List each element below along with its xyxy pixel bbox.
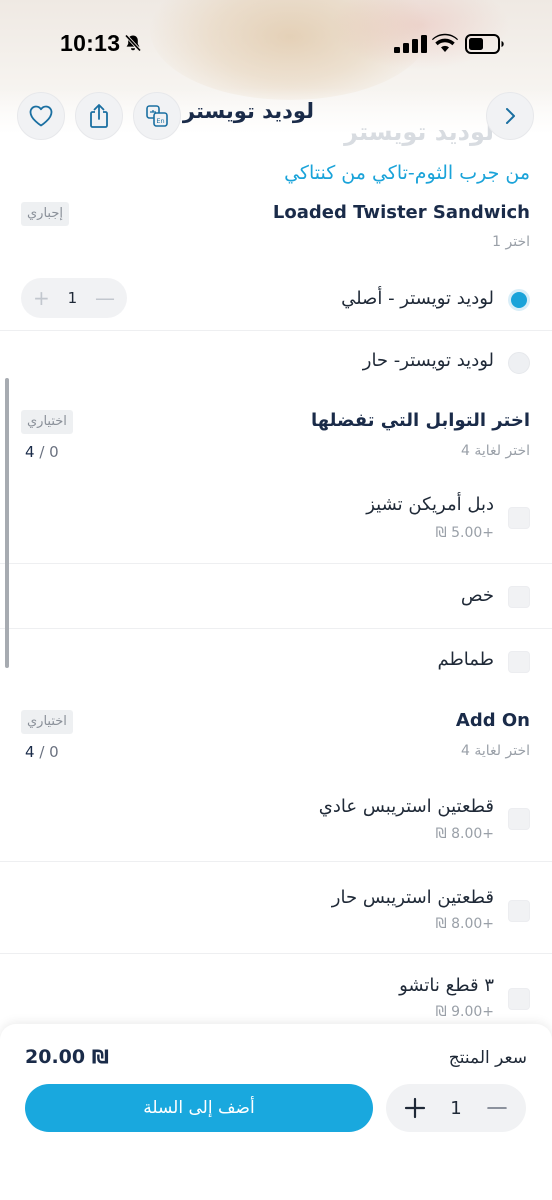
plus-icon[interactable]: + [33, 286, 50, 310]
divider [0, 563, 552, 564]
option-label: قطعتين استريبس عادي [318, 796, 494, 817]
bell-off-icon [124, 34, 142, 52]
plus-icon[interactable] [404, 1097, 426, 1119]
chevron-right-icon [506, 108, 515, 124]
favorite-button[interactable] [17, 92, 65, 140]
optional-badge: اختياري [21, 410, 73, 434]
divider [0, 861, 552, 862]
language-button[interactable]: En [133, 92, 181, 140]
option-row[interactable]: طماطم [0, 646, 552, 686]
section-title-add-on: Add On [455, 710, 530, 731]
required-badge: إجباري [21, 202, 69, 226]
status-time: 10:13 [60, 30, 121, 56]
section-title-spices: اختر التوابل التي تفضلها [311, 410, 530, 431]
checkbox[interactable] [508, 507, 530, 529]
product-price-label: سعر المنتج [448, 1048, 527, 1068]
option-label: لوديد تويستر- حار [362, 350, 494, 371]
option-row[interactable]: ٣ قطع ناتشو +9.00 ₪ [0, 972, 552, 1032]
heart-icon [29, 105, 53, 127]
option-row[interactable]: خص [0, 582, 552, 622]
option-price: +8.00 ₪ [435, 826, 494, 842]
checkbox[interactable] [508, 808, 530, 830]
option-label: طماطم [437, 649, 494, 670]
option-row[interactable]: لوديد تويستر- حار [0, 346, 552, 386]
product-subtitle: من جرب الثوم-تاكي من كنتاكي [284, 162, 530, 184]
option-row[interactable]: دبل أمريكن تشيز +5.00 ₪ [0, 492, 552, 552]
checkbox[interactable] [508, 586, 530, 608]
checkbox[interactable] [508, 900, 530, 922]
section-hint: اختر لغاية 4 [460, 743, 530, 759]
option-row[interactable]: قطعتين استريبس حار +8.00 ₪ [0, 884, 552, 944]
back-button[interactable] [486, 92, 534, 140]
selection-counter: 4 / 0 [25, 743, 59, 761]
share-icon [90, 104, 108, 128]
cellular-signal-icon [394, 35, 427, 53]
minus-icon[interactable]: — [95, 286, 115, 310]
option-label: قطعتين استريبس حار [331, 887, 494, 908]
checkout-bar: سعر المنتج 20.00 ₪ أضف إلى السلة 1 [0, 1024, 552, 1200]
option-quantity: 1 [67, 289, 78, 307]
option-price: +8.00 ₪ [435, 916, 494, 932]
ghost-product-title: لوديد تويستر [344, 118, 494, 146]
option-row[interactable]: لوديد تويستر - أصلي + 1 — [0, 278, 552, 330]
option-label: دبل أمريكن تشيز [366, 494, 494, 515]
page-title: لوديد تويستر [182, 99, 314, 123]
section-title-sandwich: Loaded Twister Sandwich [272, 202, 530, 223]
add-to-cart-button[interactable]: أضف إلى السلة [25, 1084, 373, 1132]
status-bar: 10:13 [0, 0, 552, 86]
option-label: ٣ قطع ناتشو [399, 975, 494, 996]
option-price: +5.00 ₪ [435, 525, 494, 541]
share-button[interactable] [75, 92, 123, 140]
product-price-total: 20.00 ₪ [25, 1046, 109, 1068]
option-price: +9.00 ₪ [435, 1004, 494, 1020]
quantity-stepper[interactable]: 1 [386, 1084, 526, 1132]
option-label: خص [460, 585, 494, 606]
divider [0, 330, 552, 331]
selection-counter: 4 / 0 [25, 443, 59, 461]
radio-button-selected[interactable] [508, 289, 530, 311]
optional-badge: اختياري [21, 710, 73, 734]
checkbox[interactable] [508, 988, 530, 1010]
minus-icon[interactable] [486, 1097, 508, 1119]
section-hint: اختر 1 [492, 234, 530, 250]
battery-icon [465, 34, 504, 54]
option-label: لوديد تويستر - أصلي [341, 288, 494, 309]
checkbox[interactable] [508, 651, 530, 673]
option-quantity-stepper[interactable]: + 1 — [21, 278, 127, 318]
radio-button[interactable] [508, 352, 530, 374]
divider [0, 628, 552, 629]
svg-text:En: En [156, 117, 164, 125]
option-row[interactable]: قطعتين استريبس عادي +8.00 ₪ [0, 792, 552, 852]
divider [0, 953, 552, 954]
translate-icon: En [146, 105, 168, 127]
section-hint: اختر لغاية 4 [460, 443, 530, 459]
wifi-icon [432, 33, 458, 52]
quantity-value: 1 [450, 1097, 462, 1119]
scrollbar[interactable] [5, 378, 9, 668]
